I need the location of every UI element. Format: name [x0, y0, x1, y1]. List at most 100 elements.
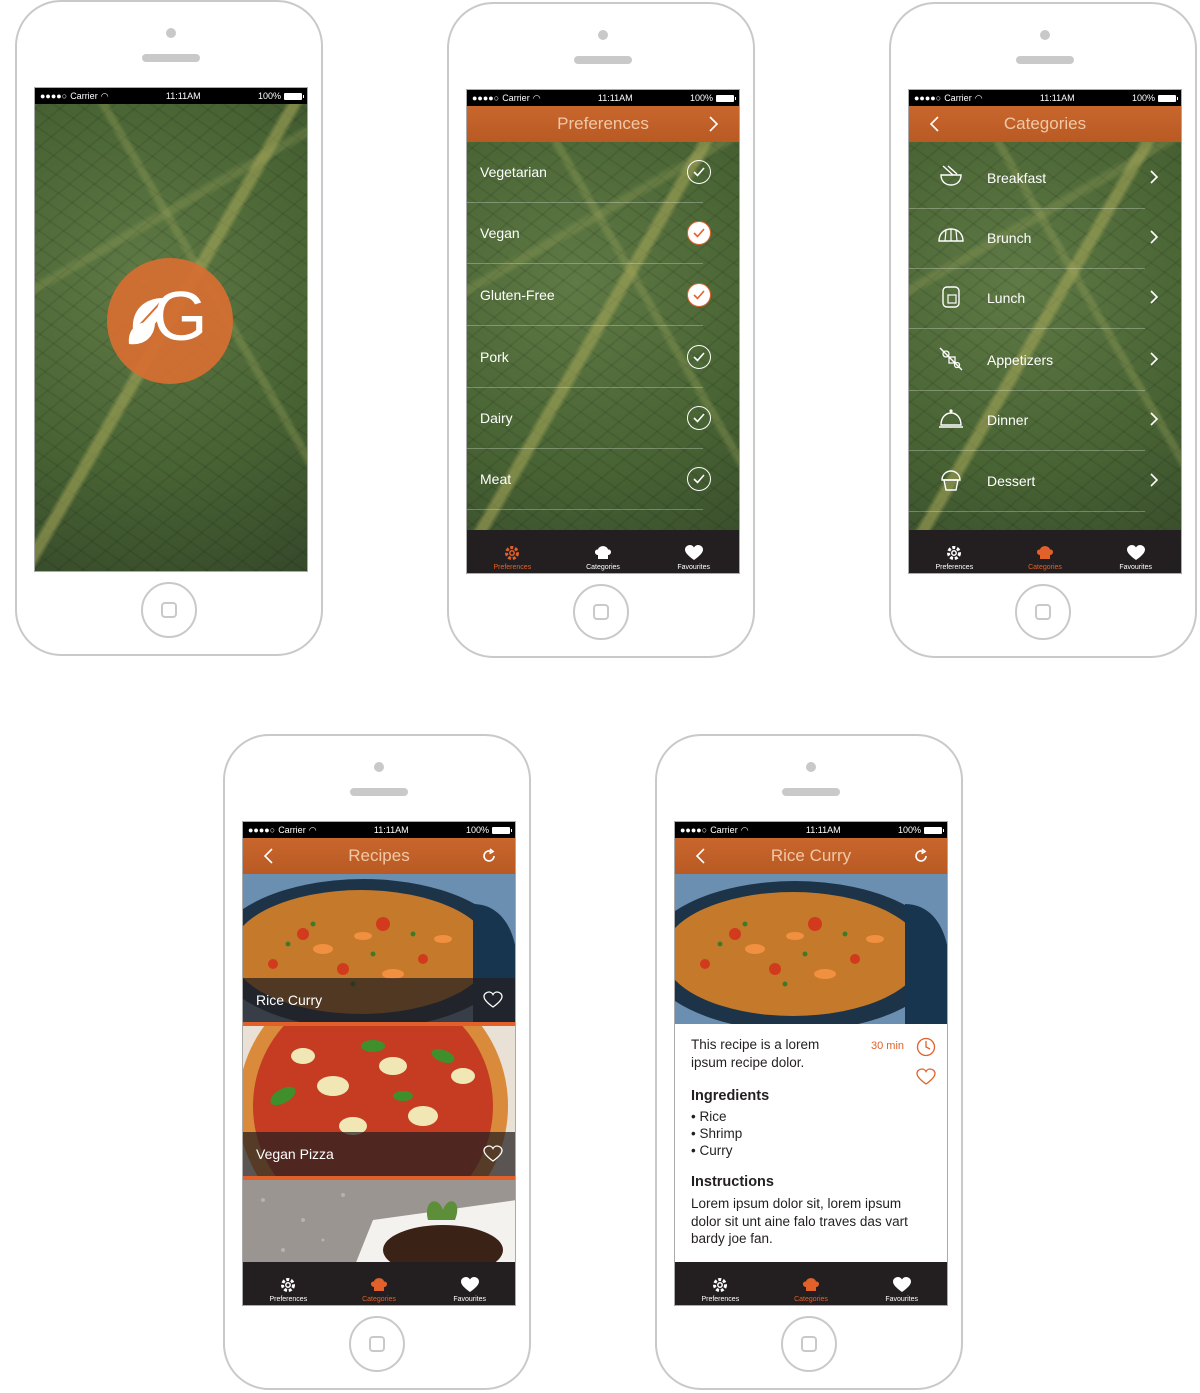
home-button[interactable]: [141, 582, 197, 638]
recipe-description: This recipe is a lorem ipsum recipe dolo…: [691, 1037, 820, 1070]
chevron-left-icon: [929, 116, 939, 132]
wifi-icon: ◠: [740, 824, 749, 835]
preference-row[interactable]: Vegan: [467, 203, 711, 264]
refresh-button[interactable]: [471, 838, 507, 874]
tab-bar: Preferences Categories Favourites: [243, 1262, 515, 1305]
tab-bar: Preferences Categories Favourites: [675, 1262, 947, 1305]
tab-favourites[interactable]: Favourites: [424, 1262, 515, 1305]
category-row[interactable]: Breakfast: [909, 148, 1159, 209]
preference-row[interactable]: Vegetarian: [467, 142, 711, 203]
tab-bar: Preferences Categories Favourites: [909, 530, 1181, 573]
category-label: Dinner: [987, 412, 1029, 428]
tab-categories[interactable]: Categories: [1000, 530, 1091, 573]
checkmark-icon[interactable]: [687, 406, 711, 430]
ingredient-item: • Curry: [691, 1143, 733, 1158]
tab-label: Favourites: [677, 564, 711, 571]
back-button[interactable]: [251, 838, 287, 874]
category-row[interactable]: Lunch: [909, 268, 1159, 329]
nav-bar: Preferences: [467, 106, 739, 142]
tab-categories[interactable]: Categories: [558, 530, 649, 573]
dessert-image: [243, 1180, 515, 1270]
preference-row[interactable]: Gluten-Free: [467, 265, 711, 326]
home-button[interactable]: [1015, 584, 1071, 640]
tab-label: Preferences: [701, 1296, 740, 1303]
checkmark-icon[interactable]: [687, 221, 711, 245]
category-row[interactable]: Appetizers: [909, 330, 1159, 391]
chevron-right-icon: [1149, 169, 1159, 187]
back-button[interactable]: [917, 106, 953, 142]
cook-time: 30 min: [871, 1040, 905, 1052]
wifi-icon: ◠: [100, 90, 109, 101]
heart-icon: [684, 545, 703, 560]
home-button[interactable]: [349, 1316, 405, 1372]
chevron-left-icon: [263, 848, 273, 864]
time-label: 11:11AM: [597, 93, 633, 103]
sandwich-icon: [937, 283, 965, 314]
signal-icon: ●●●●○: [40, 91, 68, 101]
tab-categories[interactable]: Categories: [766, 1262, 857, 1305]
recipe-card-dessert[interactable]: [243, 1180, 515, 1270]
phone-preferences: ●●●●○ Carrier ◠ 11:11AM 100% Preferences V…: [447, 2, 755, 658]
category-label: Dessert: [987, 473, 1036, 489]
tab-preferences[interactable]: Preferences: [467, 530, 558, 573]
clock-icon: [916, 1037, 936, 1057]
status-bar: ●●●●○ Carrier ◠ 11:11AM 100%: [467, 90, 739, 106]
refresh-icon: [915, 848, 927, 862]
recipe-card-vegan-pizza[interactable]: Vegan Pizza: [243, 1026, 515, 1176]
back-button[interactable]: [683, 838, 719, 874]
recipe-card-rice-curry[interactable]: Rice Curry: [243, 874, 515, 1022]
battery-icon: [1158, 94, 1178, 102]
checkmark-icon[interactable]: [687, 283, 711, 307]
tab-label: Favourites: [453, 1296, 487, 1303]
preference-label: Dairy: [480, 410, 513, 426]
preference-label: Pork: [480, 349, 509, 365]
recipe-hero-image: [675, 874, 947, 1024]
home-button[interactable]: [573, 584, 629, 640]
preference-row[interactable]: Meat: [467, 449, 711, 510]
tab-favourites[interactable]: Favourites: [648, 530, 739, 573]
tab-preferences[interactable]: Preferences: [243, 1262, 334, 1305]
page-title: Preferences: [557, 114, 649, 133]
tab-preferences[interactable]: Preferences: [675, 1262, 766, 1305]
chevron-right-icon: [709, 116, 719, 132]
tab-preferences[interactable]: Preferences: [909, 530, 1000, 573]
wifi-icon: ◠: [532, 92, 541, 103]
checkmark-icon[interactable]: [687, 160, 711, 184]
speaker-grille: [350, 788, 408, 796]
page-title: Rice Curry: [770, 846, 852, 865]
tab-label: Favourites: [1119, 564, 1153, 571]
nav-bar: Recipes: [243, 838, 515, 874]
croissant-icon: [937, 223, 965, 254]
carrier-label: Carrier: [278, 825, 306, 835]
cloche-icon: [937, 405, 965, 436]
preference-row[interactable]: Dairy: [467, 388, 711, 449]
gear-icon: [281, 1278, 296, 1292]
category-row[interactable]: Dessert: [909, 451, 1159, 512]
page-title: Recipes: [348, 846, 410, 865]
phone-recipe-detail: ●●●●○ Carrier ◠ 11:11AM 100% Rice Curry Th…: [655, 734, 963, 1390]
category-label: Lunch: [987, 290, 1026, 306]
tab-categories[interactable]: Categories: [334, 1262, 425, 1305]
favourite-heart-icon[interactable]: [916, 1068, 936, 1086]
speaker-grille: [1016, 56, 1074, 64]
phone-splash: ●●●●○ Carrier ◠ 11:11AM 100% G: [15, 0, 323, 656]
chevron-right-icon: [1149, 289, 1159, 307]
heart-outline-icon[interactable]: [483, 1145, 503, 1163]
chef-hat-icon: [803, 1278, 819, 1291]
preference-row[interactable]: Pork: [467, 327, 711, 388]
tab-favourites[interactable]: Favourites: [1090, 530, 1181, 573]
next-button[interactable]: [695, 106, 731, 142]
home-button[interactable]: [781, 1316, 837, 1372]
category-label: Breakfast: [987, 170, 1047, 186]
checkmark-icon[interactable]: [687, 467, 711, 491]
tab-favourites[interactable]: Favourites: [856, 1262, 947, 1305]
category-label: Appetizers: [987, 352, 1054, 368]
refresh-button[interactable]: [903, 838, 939, 874]
battery-label: 100%: [465, 825, 489, 835]
category-row[interactable]: Dinner: [909, 390, 1159, 451]
checkmark-icon[interactable]: [687, 345, 711, 369]
category-row[interactable]: Brunch: [909, 208, 1159, 269]
chevron-right-icon: [1149, 411, 1159, 429]
ingredients-heading: Ingredients: [691, 1088, 770, 1104]
heart-outline-icon[interactable]: [483, 991, 503, 1009]
